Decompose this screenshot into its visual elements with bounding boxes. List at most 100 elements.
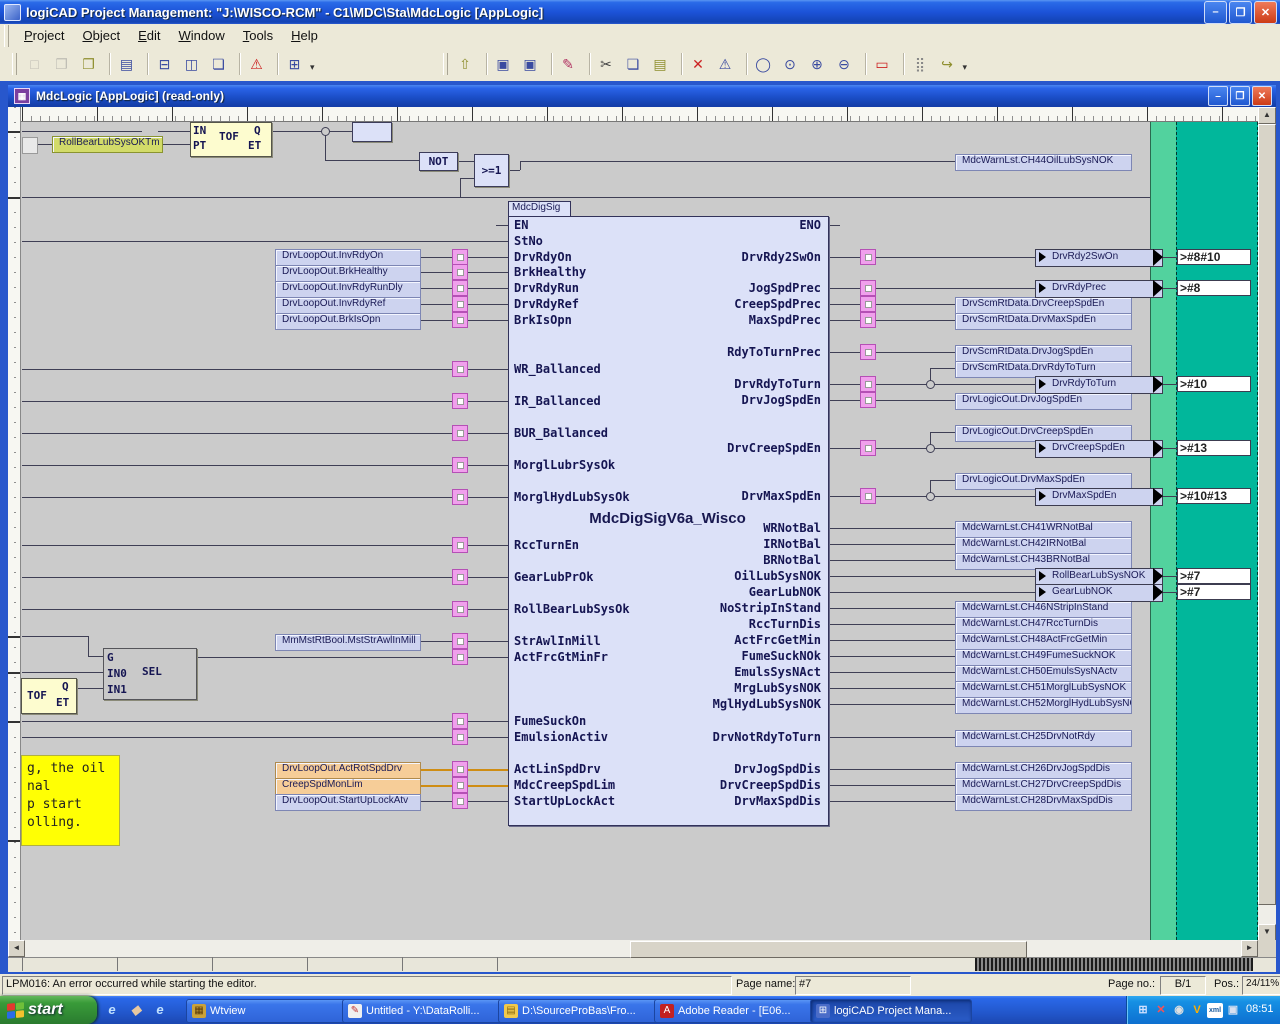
signal-label[interactable]: MmMstRtBool.MstStrAwlInMill xyxy=(275,634,421,651)
connector-icon[interactable] xyxy=(452,425,468,441)
taskbar-task[interactable]: ▤D:\SourceProBas\Fro... xyxy=(498,999,660,1023)
signal-label[interactable]: MdcWarnLst.CH51MorglLubSysNOK xyxy=(955,681,1132,698)
page-connector-label[interactable]: DrvCreepSpdEn xyxy=(1035,440,1163,458)
vertical-scroll-thumb[interactable] xyxy=(1258,124,1276,905)
signal-label[interactable]: MdcWarnLst.CH52MorglHydLubSysNOK xyxy=(955,697,1132,714)
signal-label[interactable]: MdcWarnLst.CH49FumeSuckNOK xyxy=(955,649,1132,666)
page-connector-label[interactable]: DrvMaxSpdEn xyxy=(1035,488,1163,506)
signal-label[interactable]: MdcWarnLst.CH42IRNotBal xyxy=(955,537,1132,554)
taskbar-task[interactable]: ⊞logiCAD Project Mana... xyxy=(810,999,972,1023)
fb-tab[interactable]: MdcDigSig xyxy=(508,201,571,216)
tof-block[interactable]: INPTQETTOF xyxy=(190,122,272,157)
tray-display-icon[interactable]: ▣ xyxy=(1225,1003,1241,1018)
signal-label[interactable]: DrvLoopOut.BrkIsOpn xyxy=(275,313,421,330)
connector-icon[interactable] xyxy=(452,649,468,665)
connector-icon[interactable] xyxy=(452,729,468,745)
page-ref-box[interactable]: >#10#13 xyxy=(1177,488,1251,504)
connector-icon[interactable] xyxy=(452,312,468,328)
signal-label[interactable]: DrvLoopOut.InvRdyRef xyxy=(275,297,421,314)
signal-label[interactable]: MdcWarnLst.CH44OilLubSysNOK xyxy=(955,154,1132,171)
signal-label[interactable]: MdcWarnLst.CH46NStripInStand xyxy=(955,601,1132,618)
comment-note[interactable]: g, the oilnalp startolling. xyxy=(21,755,120,846)
tray-volume-icon[interactable]: ◉ xyxy=(1171,1003,1187,1018)
connector-icon[interactable] xyxy=(860,488,876,504)
page-connector-label[interactable]: DrvRdyPrec xyxy=(1035,280,1163,298)
connector-icon[interactable] xyxy=(860,280,876,296)
signal-label[interactable]: DrvLoopOut.InvRdyRunDly xyxy=(275,281,421,298)
connector-icon[interactable] xyxy=(452,489,468,505)
tray-xml-icon[interactable]: xml xyxy=(1207,1003,1223,1018)
signal-label[interactable]: DrvLoopOut.StartUpLockAtv xyxy=(275,794,421,811)
start-button[interactable]: start xyxy=(0,996,97,1024)
signal-label[interactable]: DrvScmRtData.DrvJogSpdEn xyxy=(955,345,1132,362)
signal-label[interactable]: MdcWarnLst.CH48ActFrcGetMin xyxy=(955,633,1132,650)
taskbar-task[interactable]: ▦Wtview xyxy=(186,999,348,1023)
taskbar-task[interactable]: AAdobe Reader - [E06... xyxy=(654,999,816,1023)
page-ref-box[interactable]: >#7 xyxy=(1177,584,1251,600)
connector-icon[interactable] xyxy=(452,393,468,409)
scroll-left-button[interactable]: ◄ xyxy=(8,940,25,957)
connector-icon[interactable] xyxy=(452,713,468,729)
page-connector-label[interactable]: DrvRdyToTurn xyxy=(1035,376,1163,394)
empty-label-box[interactable] xyxy=(352,122,392,142)
connector-icon[interactable] xyxy=(860,440,876,456)
not-block[interactable]: NOT xyxy=(419,152,458,171)
connector-icon[interactable] xyxy=(452,249,468,265)
page-connector-label[interactable]: GearLubNOK xyxy=(1035,584,1163,602)
connector-icon[interactable] xyxy=(452,793,468,809)
tray-display-error-icon[interactable]: ✕ xyxy=(1153,1003,1169,1018)
connector-icon[interactable] xyxy=(860,392,876,408)
connector-icon[interactable] xyxy=(452,633,468,649)
tray-antivirus-icon[interactable]: V xyxy=(1189,1003,1205,1018)
scroll-up-button[interactable]: ▲ xyxy=(1258,107,1276,124)
connector-icon[interactable] xyxy=(452,264,468,280)
signal-label[interactable]: MdcWarnLst.CH26DrvJogSpdDis xyxy=(955,762,1132,779)
connector-icon[interactable] xyxy=(860,376,876,392)
connector-icon[interactable] xyxy=(452,601,468,617)
connector-icon[interactable] xyxy=(860,344,876,360)
connector-icon[interactable] xyxy=(452,361,468,377)
connector-icon[interactable] xyxy=(452,537,468,553)
connector-icon[interactable] xyxy=(452,569,468,585)
connector-icon[interactable] xyxy=(452,761,468,777)
horizontal-scroll-thumb[interactable] xyxy=(630,941,1027,958)
signal-label[interactable]: MdcWarnLst.CH25DrvNotRdy xyxy=(955,730,1132,747)
signal-label[interactable]: DrvScmRtData.DrvMaxSpdEn xyxy=(955,313,1132,330)
page-connector-label[interactable]: DrvRdy2SwOn xyxy=(1035,249,1163,267)
signal-label[interactable]: MdcWarnLst.CH47RccTurnDis xyxy=(955,617,1132,634)
signal-label[interactable]: MdcWarnLst.CH50EmulsSysNActv xyxy=(955,665,1132,682)
connector-icon[interactable] xyxy=(452,457,468,473)
connector-icon[interactable] xyxy=(860,296,876,312)
diagram-canvas[interactable]: INPTQETTOF NOT >=1 GIN0IN1SEL TOFQET MdcDigSi… xyxy=(0,0,1280,1024)
page-ref-box[interactable]: >#13 xyxy=(1177,440,1251,456)
signal-label[interactable]: DrvLogicOut.DrvJogSpdEn xyxy=(955,393,1132,410)
scroll-right-button[interactable]: ► xyxy=(1241,940,1258,957)
signal-label[interactable]: CreepSpdMonLim xyxy=(275,778,421,795)
connector-icon[interactable] xyxy=(860,249,876,265)
connector-icon[interactable] xyxy=(860,312,876,328)
ie-quick-launch-icon[interactable]: e xyxy=(103,1001,121,1019)
connector-icon[interactable] xyxy=(452,777,468,793)
page-ref-box[interactable]: >#10 xyxy=(1177,376,1251,392)
signal-label[interactable]: MdcWarnLst.CH28DrvMaxSpdDis xyxy=(955,794,1132,811)
signal-label[interactable]: DrvLoopOut.BrkHealthy xyxy=(275,265,421,282)
or-block[interactable]: >=1 xyxy=(474,154,509,187)
page-ref-box[interactable]: >#8 xyxy=(1177,280,1251,296)
page-ref-box[interactable]: >#8#10 xyxy=(1177,249,1251,265)
signal-label[interactable]: RollBearLubSysOKTm xyxy=(52,136,163,153)
scroll-down-button[interactable]: ▼ xyxy=(1258,924,1276,941)
signal-label[interactable]: DrvLoopOut.InvRdyOn xyxy=(275,249,421,266)
ie2-quick-launch-icon[interactable]: e xyxy=(151,1001,169,1019)
signal-label[interactable]: MdcWarnLst.CH27DrvCreepSpdDis xyxy=(955,778,1132,795)
sel-block[interactable]: GIN0IN1SEL xyxy=(103,648,197,700)
signal-label[interactable]: DrvLoopOut.ActRotSpdDrv xyxy=(275,762,421,779)
media-quick-launch-icon[interactable]: ◆ xyxy=(127,1001,145,1019)
signal-label[interactable]: MdcWarnLst.CH41WRNotBal xyxy=(955,521,1132,538)
taskbar-task[interactable]: ✎Untitled - Y:\DataRolli... xyxy=(342,999,504,1023)
tray-network-icon[interactable]: ⊞ xyxy=(1135,1003,1151,1018)
signal-label[interactable]: DrvScmRtData.DrvCreepSpdEn xyxy=(955,297,1132,314)
tof-block-2[interactable]: TOFQET xyxy=(21,678,77,714)
page-ref-box[interactable]: >#7 xyxy=(1177,568,1251,584)
connector-icon[interactable] xyxy=(452,280,468,296)
connector-icon[interactable] xyxy=(452,296,468,312)
